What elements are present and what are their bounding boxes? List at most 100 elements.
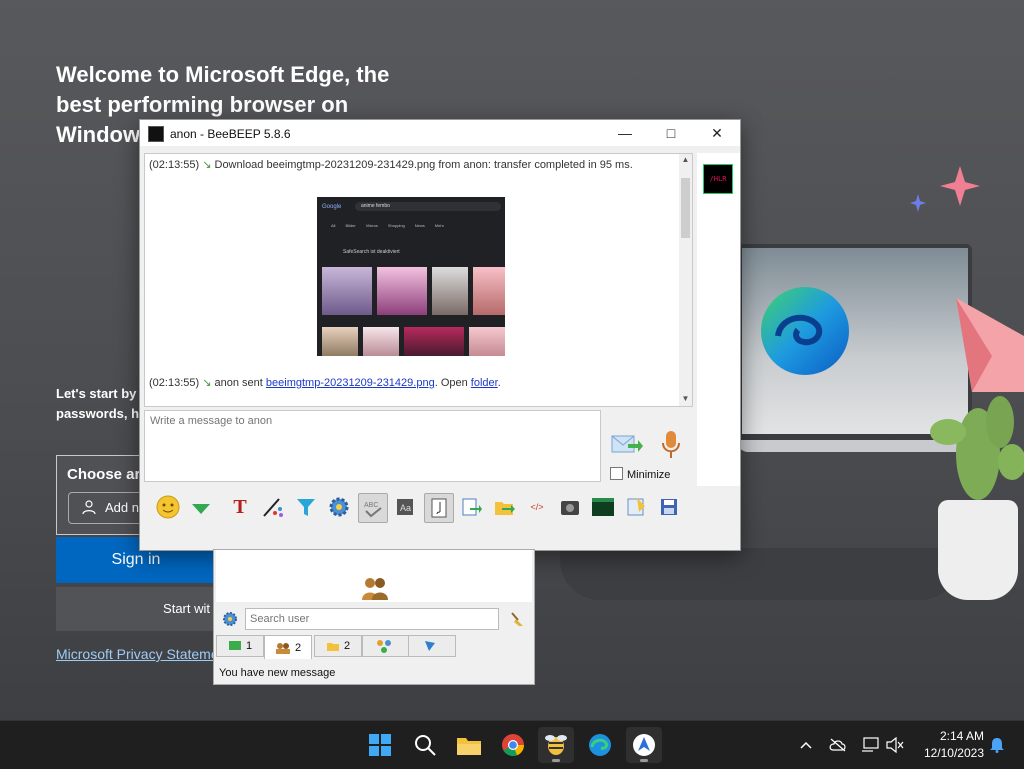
color-picker-icon[interactable] [259,493,287,521]
preview-safesearch: SafeSearch ist deaktiviert [343,249,400,255]
minimize-button[interactable]: — [602,120,648,146]
window-title: anon - BeeBEEP 5.8.6 [170,127,291,141]
lets-start-text: Let's start by passwords, h [56,386,140,421]
emoticon-icon[interactable] [154,493,182,521]
broom-clear-icon[interactable] [509,611,525,627]
plant-pot-illustration [938,500,1018,600]
tab-network[interactable] [362,635,410,657]
running-indicator [552,759,560,762]
chat-history[interactable]: (02:13:55) ↘ Download beeimgtmp-20231209… [144,153,693,407]
choose-account-title: Choose ar [67,466,141,483]
clear-icon[interactable] [622,493,650,521]
share-flag-icon [425,641,435,651]
group-folder-icon [326,643,339,651]
clock-date: 12/10/2023 [923,746,984,760]
app-icon[interactable] [626,727,662,763]
network-icon [377,640,391,653]
chat-bubble-icon [228,641,241,650]
title-bar[interactable]: anon - BeeBEEP 5.8.6 — □ ✕ [140,120,740,146]
volume-muted-icon[interactable] [885,735,905,755]
taskbar: 2:14 AM 12/10/2023 [0,720,1024,769]
edge-logo-icon [761,287,849,375]
network-icon[interactable] [860,735,880,755]
send-folder-icon[interactable] [490,493,518,521]
preview-image-tile [322,327,358,356]
search-icon[interactable] [407,727,443,763]
filter-icon[interactable] [292,493,320,521]
windows-start-icon[interactable] [362,727,398,763]
edge-icon[interactable] [582,727,618,763]
beebeep-users-panel: 1 2 2 You have new message [213,549,535,685]
preview-tabs: All Bilder Videos Shopping News Mehr [331,223,444,228]
download-arrow-icon: ↘ [202,377,212,389]
save-icon[interactable] [655,493,683,521]
beebeep-chat-window: anon - BeeBEEP 5.8.6 — □ ✕ (02:13:55) ↘ … [139,119,741,551]
spellcheck-icon[interactable]: ABC [358,493,388,523]
svg-text:Aa: Aa [400,503,411,513]
person-icon [82,500,96,515]
preview-image-tile [404,327,464,356]
scroll-down-arrow-icon[interactable]: ▼ [679,393,692,405]
screenshot-icon[interactable] [556,493,584,521]
send-file-icon[interactable] [457,493,485,521]
pedestal-illustration [560,548,960,600]
file-explorer-icon[interactable] [451,727,487,763]
chat-message: (02:13:55) ↘ Download beeimgtmp-20231209… [149,159,633,171]
chrome-icon[interactable] [495,727,531,763]
image-preview[interactable]: Google anime fembo All Bilder Videos Sho… [317,197,505,356]
preview-image-tile [363,327,399,356]
chevron-up-icon[interactable] [796,735,816,755]
clock-time: 2:14 AM [939,729,984,743]
onedrive-icon[interactable] [828,735,848,755]
search-user-input[interactable] [245,608,499,630]
preview-image-tile [432,267,468,315]
scroll-up-arrow-icon[interactable]: ▲ [679,154,692,166]
user-avatar[interactable]: /HLR [703,164,733,194]
preview-search-box: anime fembo [355,202,501,211]
file-link[interactable]: beeimgtmp-20231209-231429.png [266,377,435,389]
folder-link[interactable]: folder [471,377,498,389]
beebeep-app-icon [148,126,164,142]
member-sidebar [697,153,740,486]
tab-shares[interactable] [408,635,456,657]
start-without-button[interactable]: Start wit [56,587,216,631]
user-list[interactable] [216,550,532,602]
system-clock[interactable]: 2:14 AM 12/10/2023 [912,728,984,762]
running-indicator [640,759,648,762]
preview-image-tile [377,267,427,315]
status-bar-text: You have new message [219,667,336,679]
message-input[interactable] [144,410,601,482]
tab-chats[interactable]: 1 [216,635,264,657]
users-icon [275,642,290,654]
terminal-icon[interactable] [589,493,617,521]
google-logo: Google [322,204,342,210]
send-icon[interactable] [610,430,644,460]
beebeep-taskbar-icon[interactable] [538,727,574,763]
sparkle-icon [910,166,980,212]
preview-image-tile [473,267,505,315]
maximize-button[interactable]: □ [648,120,694,146]
close-button[interactable]: ✕ [694,120,740,146]
tab-groups[interactable]: 2 [314,635,362,657]
scrollbar-thumb[interactable] [681,178,690,238]
microphone-icon[interactable] [659,430,683,460]
users-group-icon [362,578,388,600]
download-arrow-icon: ↘ [202,159,212,171]
notification-bell-icon[interactable] [987,735,1007,755]
chat-message: (02:13:55) ↘ anon sent beeimgtmp-2023120… [149,377,501,389]
dictionary-icon[interactable]: Aa [391,493,419,521]
settings-icon[interactable] [325,493,353,521]
privacy-statement-link[interactable]: Microsoft Privacy Stateme [56,646,219,662]
preview-image-tile [322,267,372,315]
font-icon[interactable]: T [226,493,254,521]
note-icon[interactable] [424,493,454,523]
settings-icon[interactable] [222,611,238,627]
svg-text:ABC: ABC [364,502,378,509]
chat-scrollbar[interactable]: ▲ ▼ [679,154,692,406]
html-icon[interactable]: </> [523,493,551,521]
minimize-checkbox[interactable]: Minimize [610,467,670,481]
chat-toolbar: T ABC Aa </> [150,489,690,525]
checkbox-box[interactable] [610,467,623,480]
download-icon[interactable] [187,493,215,521]
tab-users[interactable]: 2 [264,635,312,659]
